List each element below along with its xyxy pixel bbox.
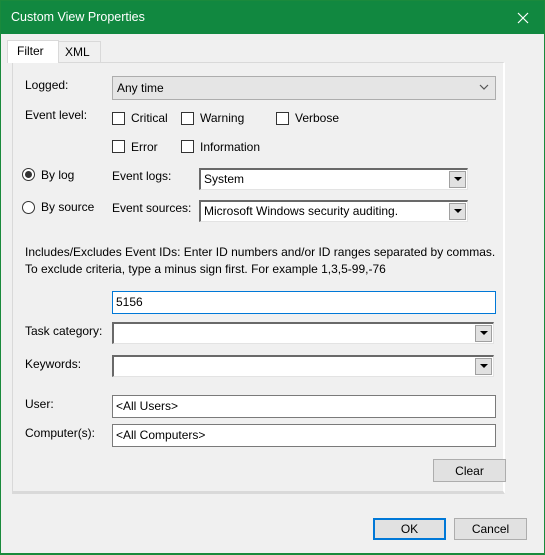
computers-label: Computer(s):: [25, 426, 96, 440]
dropdown-arrow-icon: [453, 209, 462, 213]
critical-label: Critical: [131, 111, 168, 125]
event-logs-dropdown-button[interactable]: [449, 171, 466, 188]
clear-button[interactable]: Clear: [433, 459, 506, 482]
computers-value: <All Computers>: [116, 428, 206, 442]
title-bar: Custom View Properties: [1, 1, 544, 34]
by-log-radio[interactable]: [22, 168, 35, 181]
keywords-dropdown[interactable]: [112, 355, 494, 377]
chevron-down-icon: [479, 84, 489, 90]
task-category-label: Task category:: [25, 324, 103, 338]
computers-input[interactable]: <All Computers>: [112, 424, 496, 447]
keywords-label: Keywords:: [25, 357, 82, 371]
verbose-label: Verbose: [295, 111, 340, 125]
close-icon: [517, 12, 529, 23]
logged-dropdown[interactable]: Any time: [112, 76, 496, 100]
event-level-label: Event level:: [25, 108, 88, 122]
verbose-checkbox[interactable]: [276, 112, 289, 125]
task-category-dropdown[interactable]: [112, 322, 494, 344]
logged-label: Logged:: [25, 78, 69, 92]
event-sources-label: Event sources:: [112, 201, 192, 215]
dropdown-arrow-icon: [479, 331, 488, 335]
event-logs-value: System: [204, 172, 245, 186]
cancel-button[interactable]: Cancel: [454, 518, 527, 540]
dropdown-arrow-icon: [479, 364, 488, 368]
event-sources-dropdown-button[interactable]: [449, 203, 466, 220]
user-input[interactable]: <All Users>: [112, 395, 496, 418]
by-source-radio[interactable]: [22, 201, 35, 214]
window-title: Custom View Properties: [11, 10, 145, 24]
event-sources-value: Microsoft Windows security auditing.: [204, 204, 399, 218]
user-label: User:: [25, 397, 54, 411]
event-ids-description: Includes/Excludes Event IDs: Enter ID nu…: [25, 245, 496, 276]
custom-view-properties-dialog: Custom View Properties Filter XML Logged…: [0, 0, 545, 555]
event-ids-value: 5156: [116, 295, 143, 309]
information-checkbox[interactable]: [181, 140, 194, 153]
error-label: Error: [131, 140, 158, 154]
warning-label: Warning: [200, 111, 245, 125]
event-ids-input[interactable]: 5156: [112, 291, 496, 314]
keywords-dropdown-button[interactable]: [475, 358, 492, 375]
logged-value: Any time: [117, 81, 164, 95]
ok-button[interactable]: OK: [373, 518, 446, 540]
event-logs-label: Event logs:: [112, 169, 172, 183]
close-button[interactable]: [502, 1, 544, 34]
by-log-label: By log: [41, 168, 75, 182]
tab-xml[interactable]: XML: [58, 41, 101, 63]
information-label: Information: [200, 140, 261, 154]
by-source-label: By source: [41, 200, 95, 214]
radio-selected-dot: [25, 171, 32, 178]
user-value: <All Users>: [116, 399, 179, 413]
critical-checkbox[interactable]: [112, 112, 125, 125]
event-logs-dropdown[interactable]: System: [199, 168, 468, 190]
warning-checkbox[interactable]: [181, 112, 194, 125]
event-sources-dropdown[interactable]: Microsoft Windows security auditing.: [199, 200, 468, 222]
dropdown-arrow-icon: [453, 177, 462, 181]
task-category-dropdown-button[interactable]: [475, 325, 492, 342]
error-checkbox[interactable]: [112, 140, 125, 153]
tab-filter[interactable]: Filter: [7, 40, 59, 63]
